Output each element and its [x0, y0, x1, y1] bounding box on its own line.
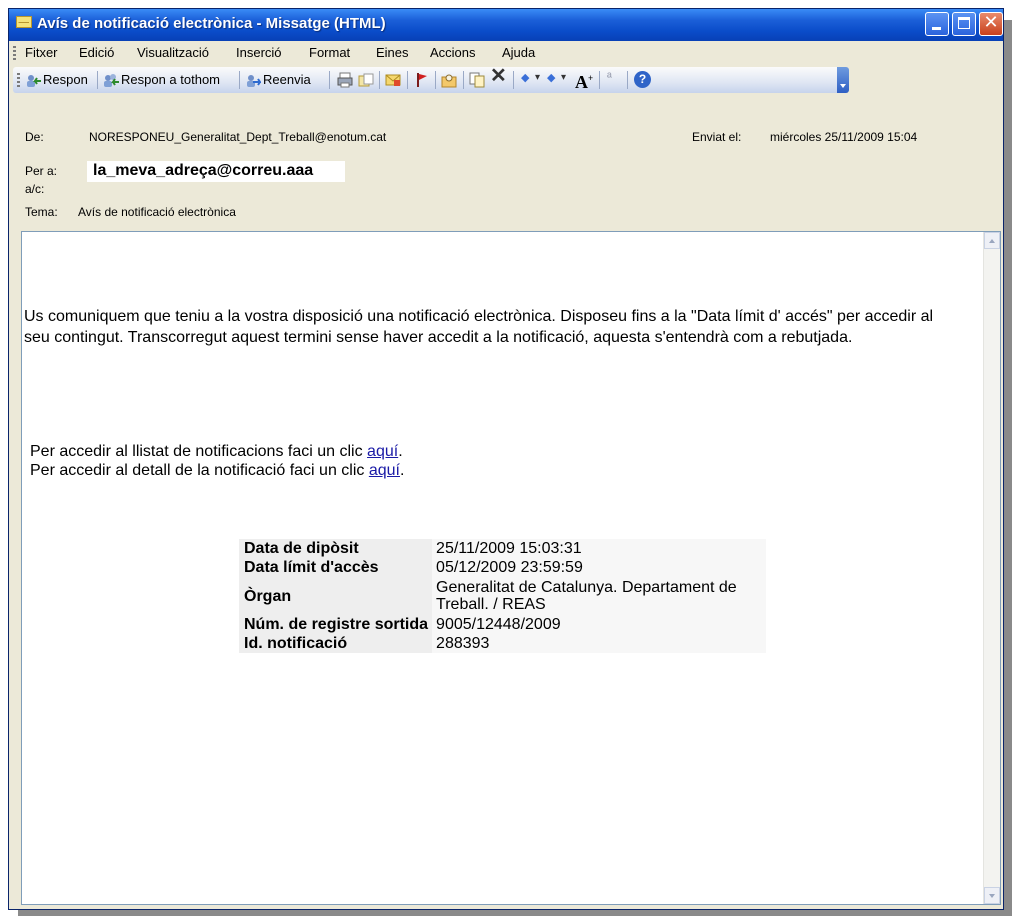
- forward-icon: [247, 74, 261, 87]
- toolbar-separator: [329, 71, 330, 89]
- from-label: De:: [25, 130, 44, 144]
- chevron-down-icon[interactable]: ▾: [561, 69, 566, 87]
- list-notifications-link[interactable]: aquí: [367, 443, 398, 460]
- reply-button[interactable]: Respon: [25, 71, 88, 89]
- envelope-icon: [16, 16, 32, 28]
- menu-format[interactable]: Format: [309, 45, 350, 60]
- font-size-plus: +: [588, 73, 594, 83]
- cc-label: a/c:: [25, 182, 45, 196]
- detail-key: Òrgan: [239, 577, 433, 615]
- table-row: Núm. de registre sortida 9005/12448/2009: [239, 615, 767, 634]
- toolbar-separator: [463, 71, 464, 89]
- list-link-period: .: [398, 443, 403, 460]
- notification-detail-link[interactable]: aquí: [369, 462, 400, 479]
- toolbar-separator: [407, 71, 408, 89]
- notification-details-table: Data de dipòsit 25/11/2009 15:03:31 Data…: [239, 539, 767, 653]
- window-title: Avís de notificació electrònica - Missat…: [37, 15, 386, 32]
- table-row: Data límit d'accès 05/12/2009 23:59:59: [239, 558, 767, 577]
- menu-accions[interactable]: Accions: [430, 45, 476, 60]
- toolbar-separator: [513, 71, 514, 89]
- menu-visualitzacio[interactable]: Visualització: [137, 45, 209, 60]
- list-link-line: Per accedir al llistat de notificacions …: [30, 441, 403, 462]
- detail-value: 05/12/2009 23:59:59: [432, 558, 767, 577]
- detail-link-text: Per accedir al detall de la notificació …: [30, 462, 365, 479]
- toolbar-separator: [97, 71, 98, 89]
- scroll-down-arrow[interactable]: [984, 887, 1000, 904]
- subject-label: Tema:: [25, 205, 58, 219]
- menu-insercio[interactable]: Inserció: [236, 45, 282, 60]
- mark-unread-icon[interactable]: [385, 72, 401, 88]
- list-link-text: Per accedir al llistat de notificacions …: [30, 443, 363, 460]
- close-button[interactable]: ✕: [979, 12, 1003, 36]
- detail-value: 9005/12448/2009: [432, 615, 767, 634]
- chevron-down-icon[interactable]: ▾: [535, 69, 540, 87]
- from-value[interactable]: NORESPONEU_Generalitat_Dept_Treball@enot…: [89, 130, 386, 144]
- reply-label: Respon: [43, 72, 88, 88]
- close-icon: ✕: [983, 12, 999, 33]
- title-bar[interactable]: Avís de notificació electrònica - Missat…: [9, 9, 1003, 41]
- menu-fitxer[interactable]: Fitxer: [25, 45, 58, 60]
- detail-link-period: .: [399, 462, 405, 479]
- menu-ajuda[interactable]: Ajuda: [502, 45, 535, 60]
- help-icon[interactable]: ?: [634, 71, 651, 88]
- print-icon[interactable]: [337, 72, 353, 88]
- detail-key: Data de dipòsit: [239, 539, 433, 558]
- detail-key: Id. notificació: [239, 634, 433, 653]
- toolbar-separator: [627, 71, 628, 89]
- forward-button[interactable]: Reenvia: [245, 71, 311, 89]
- delete-icon[interactable]: ✕: [490, 66, 507, 86]
- font-size-icon[interactable]: A+: [575, 69, 593, 91]
- minimize-button[interactable]: [925, 12, 949, 36]
- translate-icon[interactable]: ª: [607, 69, 612, 87]
- detail-key: Núm. de registre sortida: [239, 615, 433, 634]
- flag-icon[interactable]: [413, 72, 429, 88]
- reply-all-label: Respon a tothom: [121, 72, 221, 88]
- toolbar-separator: [435, 71, 436, 89]
- toolbar-separator: [379, 71, 380, 89]
- vertical-scrollbar[interactable]: [983, 232, 1000, 904]
- toolbar-grip[interactable]: [17, 73, 20, 87]
- detail-link-line: Per accedir al detall de la notificació …: [30, 460, 404, 481]
- menu-edicio[interactable]: Edició: [79, 45, 114, 60]
- menu-eines[interactable]: Eines: [376, 45, 409, 60]
- toolbar-separator: [239, 71, 240, 89]
- detail-value: 288393: [432, 634, 767, 653]
- toolbar-separator: [599, 71, 600, 89]
- reply-all-icon: [104, 73, 119, 87]
- body-paragraph: Us comuniquem que teniu a la vostra disp…: [24, 308, 934, 346]
- detail-value: 25/11/2009 15:03:31: [432, 539, 767, 558]
- font-size-letter: A: [575, 72, 588, 92]
- to-value[interactable]: la_meva_adreça@correu.aaa: [93, 162, 313, 180]
- menubar-grip[interactable]: [13, 46, 16, 60]
- copy-icon[interactable]: [469, 72, 485, 88]
- reply-all-button[interactable]: Respon a tothom: [103, 71, 220, 89]
- menu-bar: Fitxer Edició Visualització Inserció For…: [9, 41, 1003, 65]
- detail-key: Data límit d'accès: [239, 558, 433, 577]
- forward-label: Reenvia: [263, 72, 311, 88]
- table-row: Òrgan Generalitat de Catalunya. Departam…: [239, 577, 767, 615]
- subject-value: Avís de notificació electrònica: [78, 205, 236, 219]
- message-body[interactable]: Us comuniquem que teniu a la vostra disp…: [21, 231, 1001, 905]
- previous-item-icon[interactable]: ◆: [521, 69, 529, 87]
- maximize-button[interactable]: [952, 12, 976, 36]
- standard-toolbar: Respon Respon a tothom Reenvia ✕ ◆ ▾ ◆ ▾…: [13, 66, 845, 93]
- detail-value: Generalitat de Catalunya. Departament de…: [432, 577, 767, 615]
- to-label: Per a:: [25, 164, 58, 178]
- sent-value: miércoles 25/11/2009 15:04: [770, 130, 918, 144]
- scroll-up-arrow[interactable]: [984, 232, 1000, 249]
- toolbar-options-chevron[interactable]: [837, 67, 849, 93]
- contacts-icon[interactable]: [441, 72, 457, 88]
- move-to-folder-icon[interactable]: [358, 72, 374, 88]
- message-window: Avís de notificació electrònica - Missat…: [8, 8, 1004, 910]
- sent-label: Enviat el:: [692, 130, 742, 144]
- reply-icon: [27, 74, 41, 87]
- table-row: Data de dipòsit 25/11/2009 15:03:31: [239, 539, 767, 558]
- table-row: Id. notificació 288393: [239, 634, 767, 653]
- next-item-icon[interactable]: ◆: [547, 69, 555, 87]
